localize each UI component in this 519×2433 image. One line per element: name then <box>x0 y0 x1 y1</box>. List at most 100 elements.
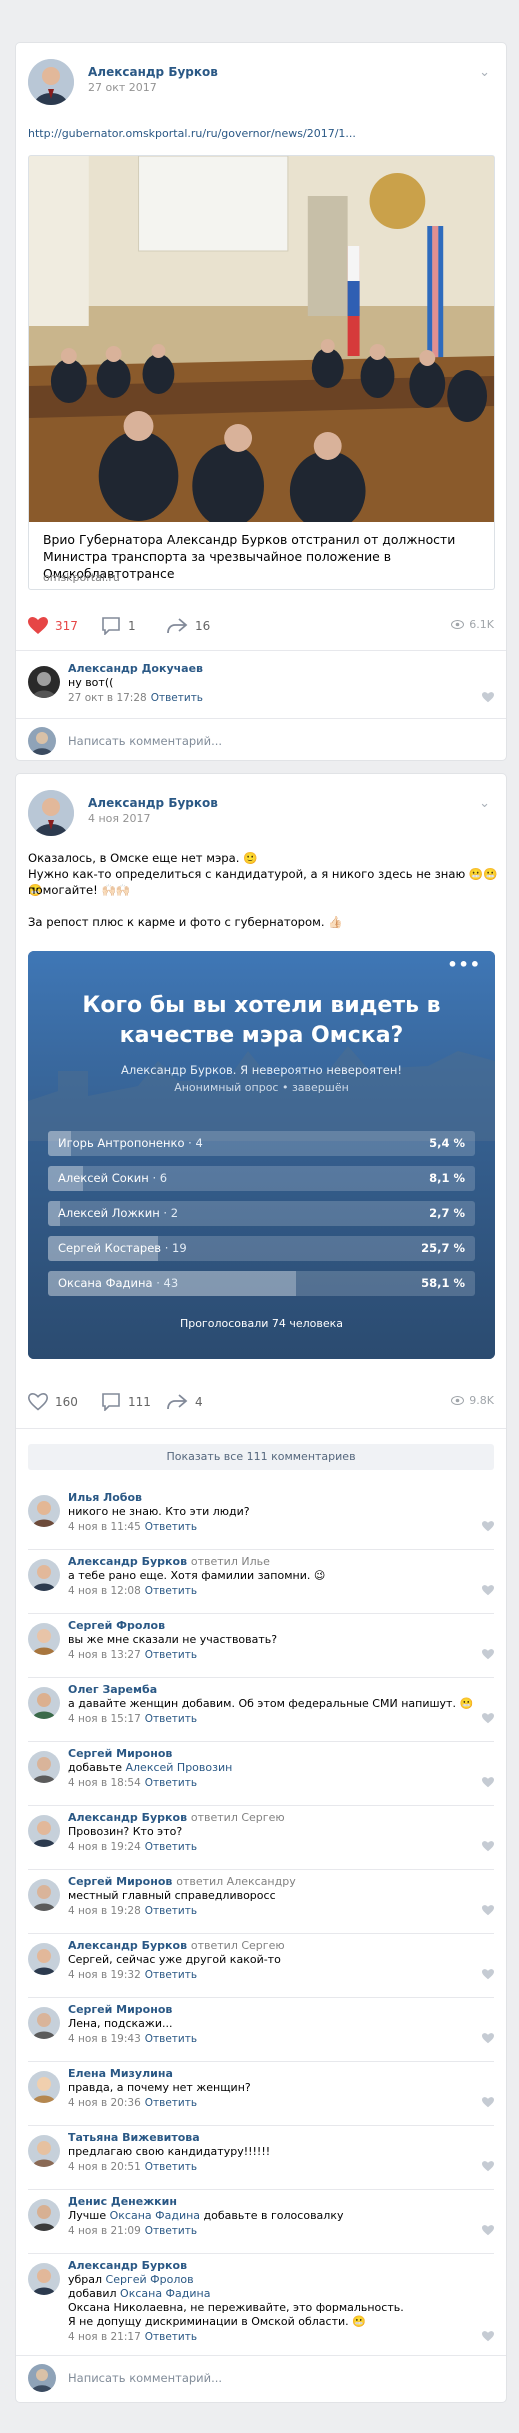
commenter-name-text[interactable]: Сергей Фролов <box>68 1619 165 1632</box>
post-date[interactable]: 4 ноя 2017 <box>88 812 151 825</box>
comment-date[interactable]: 4 ноя в 19:32 <box>68 1969 141 1981</box>
commenter-name-text[interactable]: Александр Бурков <box>68 1811 187 1824</box>
commenter-avatar[interactable] <box>28 1751 60 1783</box>
comment-date[interactable]: 27 окт в 17:28 <box>68 692 147 704</box>
like-button[interactable]: 317 <box>28 614 78 638</box>
reply-link[interactable]: Ответить <box>145 2225 197 2237</box>
poll-total-votes[interactable]: Проголосовали 74 человека <box>28 1317 495 1330</box>
commenter-name[interactable]: Александр Докучаев <box>68 662 203 675</box>
commenter-name[interactable]: Сергей Миронов <box>68 1747 172 1760</box>
reply-link[interactable]: Ответить <box>145 2097 197 2109</box>
heart-icon[interactable] <box>482 1905 494 1916</box>
author-avatar[interactable] <box>28 59 74 105</box>
commenter-name-text[interactable]: Александр Бурков <box>68 1555 187 1568</box>
heart-icon[interactable] <box>482 2161 494 2172</box>
reply-to-label[interactable]: ответил Сергею <box>191 1939 285 1952</box>
heart-icon[interactable] <box>482 1841 494 1852</box>
poll-option[interactable]: Игорь Антропоненко · 4 5,4 % <box>48 1131 475 1156</box>
commenter-avatar[interactable] <box>28 1495 60 1527</box>
reply-link[interactable]: Ответить <box>145 1905 197 1917</box>
mention-link[interactable]: Алексей Провозин <box>126 1761 233 1774</box>
commenter-name[interactable]: Александр Бурков <box>68 2259 187 2272</box>
heart-icon[interactable] <box>482 1521 494 1532</box>
commenter-avatar[interactable] <box>28 2007 60 2039</box>
comment-date[interactable]: 4 ноя в 12:08 <box>68 1585 141 1597</box>
commenter-avatar[interactable] <box>28 1623 60 1655</box>
comment-date[interactable]: 4 ноя в 15:17 <box>68 1713 141 1725</box>
heart-icon[interactable] <box>482 1649 494 1660</box>
heart-icon[interactable] <box>482 1585 494 1596</box>
comment-date[interactable]: 4 ноя в 19:28 <box>68 1905 141 1917</box>
comment-date[interactable]: 4 ноя в 19:43 <box>68 2033 141 2045</box>
commenter-name[interactable]: Илья Лобов <box>68 1491 142 1504</box>
commenter-avatar[interactable] <box>28 1815 60 1847</box>
comment-date[interactable]: 4 ноя в 19:24 <box>68 1841 141 1853</box>
post-author[interactable]: Александр Бурков <box>88 65 218 79</box>
share-button[interactable]: 16 <box>166 614 210 638</box>
heart-icon[interactable] <box>482 2097 494 2108</box>
poll-option[interactable]: Алексей Сокин · 6 8,1 % <box>48 1166 475 1191</box>
comment-input-placeholder[interactable]: Написать комментарий... <box>68 2371 222 2385</box>
heart-icon[interactable] <box>482 1969 494 1980</box>
mention-link[interactable]: Сергей Фролов <box>106 2273 194 2286</box>
post-date[interactable]: 27 окт 2017 <box>88 81 157 94</box>
commenter-name-text[interactable]: Сергей Миронов <box>68 1875 172 1888</box>
poll-more-menu[interactable]: ••• <box>447 955 481 974</box>
poll-option[interactable]: Сергей Костарев · 19 25,7 % <box>48 1236 475 1261</box>
commenter-name-text[interactable]: Александр Бурков <box>68 2259 187 2272</box>
commenter-name[interactable]: Александр Бурков ответил Илье <box>68 1555 270 1568</box>
comment-date[interactable]: 4 ноя в 21:09 <box>68 2225 141 2237</box>
like-button[interactable]: 160 <box>28 1390 78 1414</box>
reply-link[interactable]: Ответить <box>145 2331 197 2343</box>
comment-date[interactable]: 4 ноя в 11:45 <box>68 1521 141 1533</box>
commenter-name[interactable]: Сергей Миронов <box>68 2003 172 2016</box>
commenter-avatar[interactable] <box>28 2071 60 2103</box>
reply-link[interactable]: Ответить <box>145 1713 197 1725</box>
link-attachment[interactable]: Врио Губернатора Александр Бурков отстра… <box>28 155 495 590</box>
commenter-avatar[interactable] <box>28 2199 60 2231</box>
reply-link[interactable]: Ответить <box>145 2033 197 2045</box>
heart-icon[interactable] <box>482 2225 494 2236</box>
commenter-name[interactable]: Олег Зарембa <box>68 1683 157 1696</box>
reply-to-label[interactable]: ответил Илье <box>191 1555 270 1568</box>
commenter-avatar[interactable] <box>28 2135 60 2167</box>
mention-link[interactable]: Оксана Фадина <box>110 2209 200 2222</box>
show-all-comments-button[interactable]: Показать все 111 комментариев <box>28 1444 494 1470</box>
commenter-name-text[interactable]: Татьяна Вижевитова <box>68 2131 200 2144</box>
author-avatar[interactable] <box>28 790 74 836</box>
reply-to-label[interactable]: ответил Александру <box>176 1875 296 1888</box>
reply-link[interactable]: Ответить <box>151 692 203 704</box>
heart-icon[interactable] <box>482 1713 494 1724</box>
chevron-down-icon[interactable]: ⌄ <box>479 65 490 80</box>
heart-icon[interactable] <box>482 1777 494 1788</box>
comment-date[interactable]: 4 ноя в 20:51 <box>68 2161 141 2173</box>
commenter-name[interactable]: Денис Денежкин <box>68 2195 177 2208</box>
comment-input-placeholder[interactable]: Написать комментарий... <box>68 734 222 748</box>
reply-link[interactable]: Ответить <box>145 1841 197 1853</box>
heart-icon[interactable] <box>482 2331 494 2342</box>
comment-button[interactable]: 111 <box>101 1390 151 1414</box>
heart-icon[interactable] <box>482 692 494 703</box>
commenter-name[interactable]: Александр Бурков ответил Сергею <box>68 1811 285 1824</box>
share-button[interactable]: 4 <box>166 1390 203 1414</box>
commenter-name[interactable]: Татьяна Вижевитова <box>68 2131 200 2144</box>
post-url[interactable]: http://gubernator.omskportal.ru/ru/gover… <box>28 126 356 142</box>
commenter-name-text[interactable]: Сергей Миронов <box>68 1747 172 1760</box>
commenter-name-text[interactable]: Сергей Миронов <box>68 2003 172 2016</box>
commenter-avatar[interactable] <box>28 1687 60 1719</box>
commenter-avatar[interactable] <box>28 1943 60 1975</box>
commenter-avatar[interactable] <box>28 2263 60 2295</box>
comment-button[interactable]: 1 <box>101 614 136 638</box>
comment-date[interactable]: 4 ноя в 18:54 <box>68 1777 141 1789</box>
poll-option[interactable]: Алексей Ложкин · 2 2,7 % <box>48 1201 475 1226</box>
heart-icon[interactable] <box>482 2033 494 2044</box>
commenter-name[interactable]: Александр Бурков ответил Сергею <box>68 1939 285 1952</box>
post-author[interactable]: Александр Бурков <box>88 796 218 810</box>
commenter-name[interactable]: Сергей Миронов ответил Александру <box>68 1875 296 1888</box>
comment-date[interactable]: 4 ноя в 13:27 <box>68 1649 141 1661</box>
commenter-avatar[interactable] <box>28 1559 60 1591</box>
chevron-down-icon[interactable]: ⌄ <box>479 796 490 811</box>
reply-to-label[interactable]: ответил Сергею <box>191 1811 285 1824</box>
commenter-name-text[interactable]: Олег Зарембa <box>68 1683 157 1696</box>
comment-date[interactable]: 4 ноя в 20:36 <box>68 2097 141 2109</box>
